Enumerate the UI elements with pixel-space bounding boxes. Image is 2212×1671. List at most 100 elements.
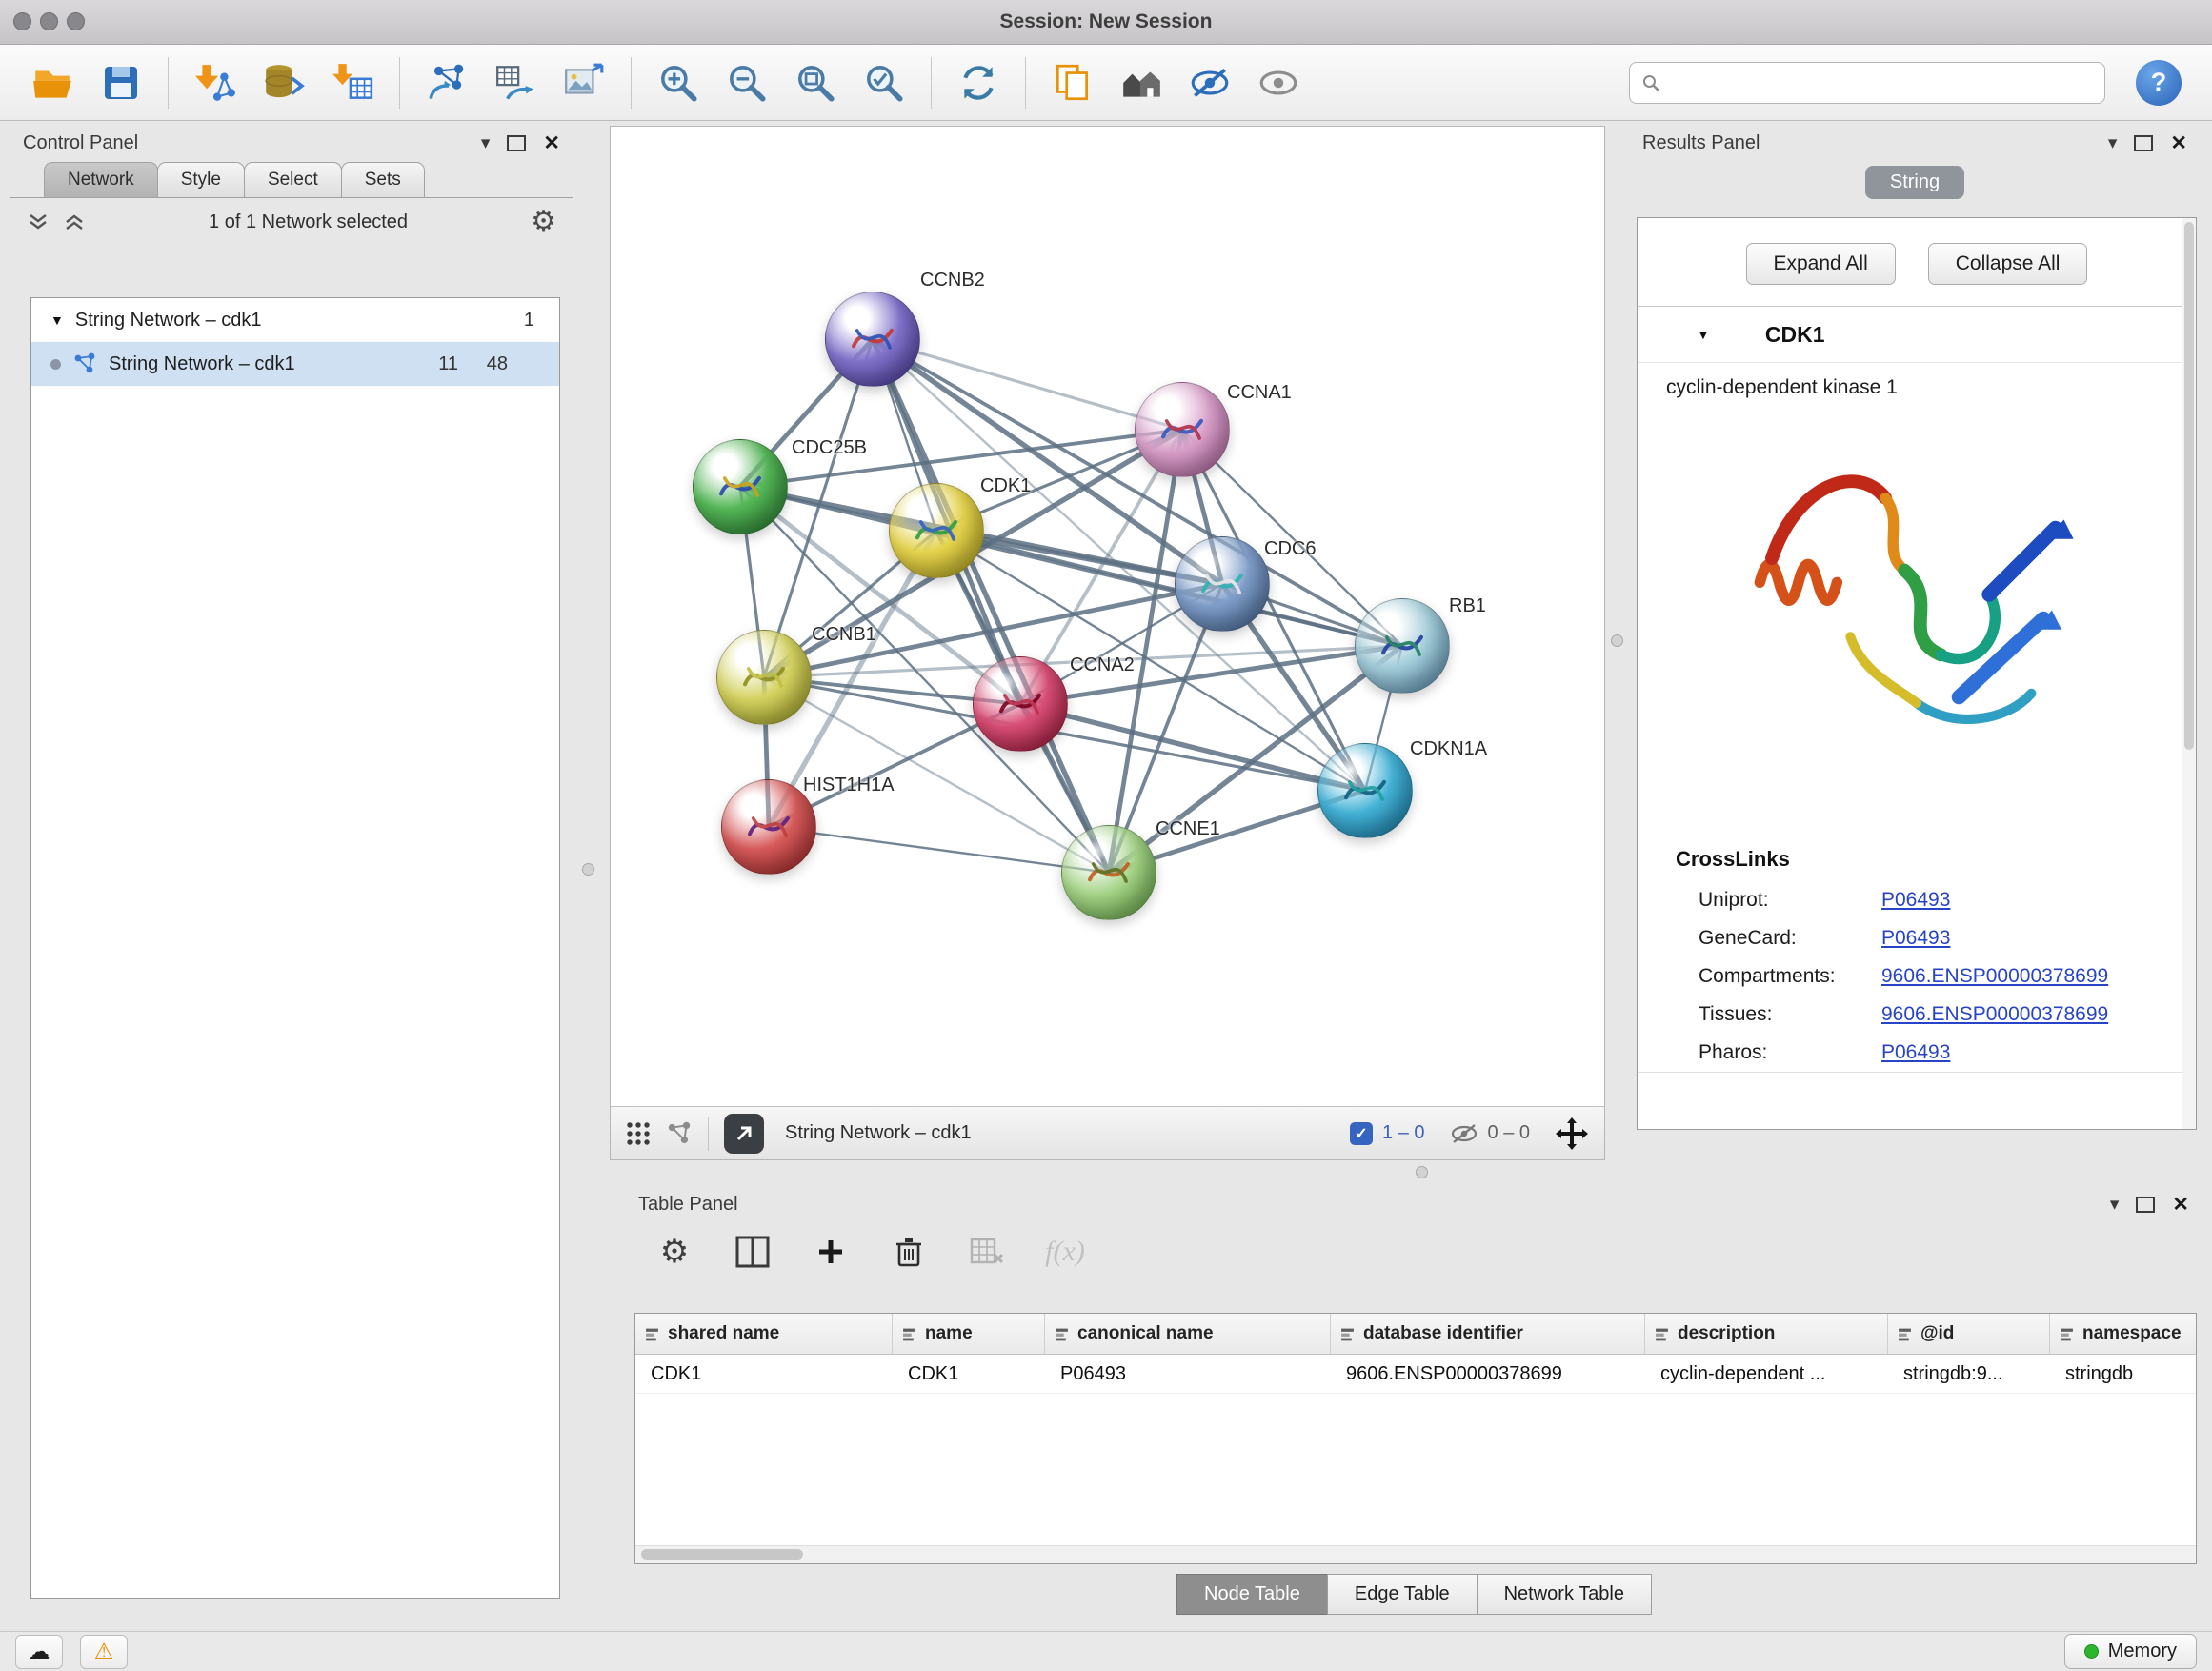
column-header-shared-name[interactable]: shared name <box>635 1314 893 1354</box>
splitter-handle[interactable] <box>1611 634 1623 647</box>
show-all-button[interactable] <box>1247 53 1310 112</box>
show-columns-button[interactable] <box>730 1231 775 1273</box>
splitter-handle[interactable] <box>582 863 594 876</box>
zoom-fit-button[interactable] <box>784 53 847 112</box>
section-header[interactable]: ▼ CDK1 <box>1638 307 2196 363</box>
collection-expand-triangle[interactable]: ▼ <box>50 312 64 328</box>
network-canvas[interactable]: CCNB2CCNA1CDC25BCDK1CDC6RB1CCNB1CCNA2CDK… <box>611 127 1604 1106</box>
new-network-button[interactable] <box>415 53 478 112</box>
network-node-CCNB1[interactable] <box>716 630 812 725</box>
zoom-in-button[interactable] <box>647 53 710 112</box>
zoom-out-button[interactable] <box>715 53 778 112</box>
tab-network[interactable]: Network <box>44 162 158 197</box>
toolbar-divider <box>399 57 400 109</box>
column-header--id[interactable]: @id <box>1888 1314 2050 1354</box>
network-node-CCNB2[interactable] <box>825 292 920 387</box>
crosslink-link[interactable]: P06493 <box>1881 889 1950 912</box>
network-node-CDKN1A[interactable] <box>1317 743 1413 838</box>
warnings-button[interactable]: ⚠ <box>80 1635 128 1669</box>
add-column-button[interactable] <box>808 1231 854 1273</box>
column-header-canonical-name[interactable]: canonical name <box>1045 1314 1331 1354</box>
network-node-CDC25B[interactable] <box>693 439 788 534</box>
import-table-button[interactable] <box>321 53 384 112</box>
collapse-all-icon[interactable] <box>27 212 50 232</box>
tab-node-table[interactable]: Node Table <box>1176 1574 1328 1615</box>
network-node-CCNA2[interactable] <box>973 656 1068 752</box>
panel-float-icon[interactable] <box>2134 135 2153 151</box>
network-node-CCNA1[interactable] <box>1135 382 1230 477</box>
delete-column-button[interactable] <box>886 1231 932 1273</box>
tab-style[interactable]: Style <box>157 162 245 197</box>
window-minimize-button[interactable] <box>40 12 58 30</box>
eye-slash-icon <box>1188 61 1232 105</box>
apply-layout-button[interactable] <box>947 53 1010 112</box>
toolbar-divider <box>931 57 932 109</box>
tab-string[interactable]: String <box>1865 166 1964 199</box>
crosslink-link[interactable]: P06493 <box>1881 1041 1950 1064</box>
panel-menu-icon[interactable]: ▾ <box>2108 134 2118 152</box>
crosslink-label: Uniprot: <box>1699 889 1881 912</box>
save-disk-icon <box>100 62 142 104</box>
table-settings-button[interactable]: ⚙ <box>652 1231 697 1273</box>
column-header-name[interactable]: name <box>893 1314 1045 1354</box>
table-row[interactable]: CDK1CDK1P064939606.ENSP00000378699cyclin… <box>635 1355 2196 1394</box>
search-input[interactable] <box>1668 70 2093 94</box>
column-header-namespace[interactable]: namespace <box>2050 1314 2197 1354</box>
import-network-database-button[interactable] <box>252 53 315 112</box>
panel-close-icon[interactable]: ✕ <box>2170 133 2187 153</box>
panel-menu-icon[interactable]: ▾ <box>2110 1196 2120 1214</box>
open-session-button[interactable] <box>21 53 84 112</box>
expand-all-button[interactable]: Expand All <box>1746 243 1896 285</box>
section-expand-triangle[interactable]: ▼ <box>1697 327 1710 342</box>
new-network-from-table-button[interactable] <box>484 53 547 112</box>
column-type-icon <box>902 1327 916 1341</box>
network-row[interactable]: String Network – cdk1 11 48 <box>31 342 559 386</box>
hidden-eye-slash-icon[interactable] <box>1450 1123 1478 1144</box>
expand-all-icon[interactable] <box>63 212 86 232</box>
network-node-HIST1H1A[interactable] <box>721 779 816 875</box>
gear-icon[interactable]: ⚙ <box>531 208 556 236</box>
help-button[interactable]: ? <box>2136 60 2182 106</box>
zoom-selected-button[interactable] <box>853 53 915 112</box>
network-node-CDC6[interactable] <box>1175 536 1270 632</box>
column-header-database-identifier[interactable]: database identifier <box>1331 1314 1645 1354</box>
panel-close-icon[interactable]: ✕ <box>543 133 560 153</box>
tab-network-table[interactable]: Network Table <box>1477 1574 1652 1615</box>
panel-close-icon[interactable]: ✕ <box>2172 1195 2189 1215</box>
selected-checkbox-icon[interactable]: ✓ <box>1350 1122 1373 1145</box>
panel-menu-icon[interactable]: ▾ <box>481 134 491 152</box>
homes-button[interactable] <box>1110 53 1173 112</box>
tab-select[interactable]: Select <box>244 162 342 197</box>
network-node-RB1[interactable] <box>1355 598 1450 694</box>
network-collection-row[interactable]: ▼ String Network – cdk1 1 <box>31 298 559 342</box>
cloud-button[interactable]: ☁ <box>15 1635 63 1669</box>
panel-float-icon[interactable] <box>2136 1197 2155 1213</box>
panel-float-icon[interactable] <box>507 135 526 151</box>
collapse-all-button[interactable]: Collapse All <box>1928 243 2088 285</box>
save-session-button[interactable] <box>90 53 152 112</box>
protein-ribbon-icon <box>909 503 964 558</box>
network-node-CCNE1[interactable] <box>1061 825 1156 920</box>
splitter-handle[interactable] <box>1416 1166 1428 1178</box>
window-zoom-button[interactable] <box>67 12 85 30</box>
crosslink-link[interactable]: 9606.ENSP00000378699 <box>1881 965 2108 988</box>
column-header-description[interactable]: description <box>1645 1314 1888 1354</box>
documents-button[interactable] <box>1041 53 1104 112</box>
network-node-CDK1[interactable] <box>889 483 984 578</box>
export-image-button[interactable] <box>553 53 615 112</box>
results-scrollbar[interactable] <box>2182 218 2196 1129</box>
network-overview-icon[interactable] <box>666 1121 693 1146</box>
pan-tool-icon[interactable] <box>1555 1117 1589 1151</box>
grid-view-icon[interactable] <box>626 1121 651 1146</box>
tab-edge-table[interactable]: Edge Table <box>1327 1574 1478 1615</box>
memory-button[interactable]: Memory <box>2064 1634 2197 1669</box>
table-horizontal-scrollbar[interactable] <box>635 1545 2196 1563</box>
hide-selected-button[interactable] <box>1178 53 1241 112</box>
crosslink-link[interactable]: P06493 <box>1881 927 1950 950</box>
import-network-file-button[interactable] <box>184 53 247 112</box>
crosslink-link[interactable]: 9606.ENSP00000378699 <box>1881 1003 2108 1026</box>
window-close-button[interactable] <box>13 12 31 30</box>
tab-sets[interactable]: Sets <box>341 162 425 197</box>
table-tabs: Node TableEdge TableNetwork Table <box>625 1574 2202 1615</box>
open-in-new-window-button[interactable] <box>724 1114 764 1154</box>
